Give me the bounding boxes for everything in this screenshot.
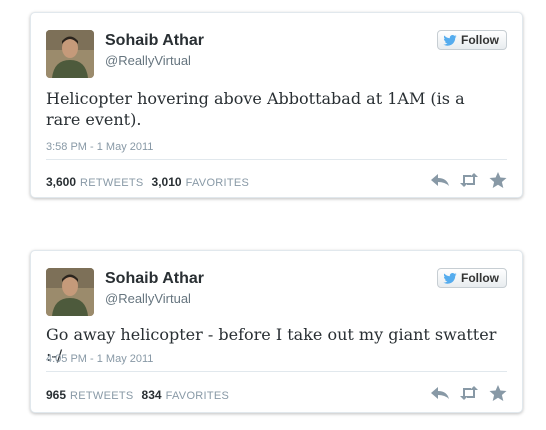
twitter-bird-icon bbox=[443, 34, 457, 46]
tweet-actions bbox=[430, 384, 508, 402]
favorite-label[interactable]: FAVORITES bbox=[166, 390, 230, 402]
retweet-label[interactable]: RETWEETS bbox=[70, 390, 134, 402]
follow-button[interactable]: Follow bbox=[437, 30, 507, 50]
avatar[interactable] bbox=[46, 30, 94, 78]
tweet-card: Sohaib Athar @ReallyVirtual Follow Helic… bbox=[30, 12, 523, 198]
reply-icon[interactable] bbox=[430, 171, 450, 189]
follow-label: Follow bbox=[461, 33, 499, 47]
retweet-icon[interactable] bbox=[459, 171, 479, 189]
star-icon[interactable] bbox=[488, 171, 508, 189]
tweet-stats: 965 RETWEETS 834 FAVORITES bbox=[46, 388, 233, 402]
timestamp[interactable]: 3:58 PM - 1 May 2011 bbox=[46, 141, 153, 153]
divider bbox=[46, 159, 507, 160]
tweet-card: Sohaib Athar @ReallyVirtual Follow Go aw… bbox=[30, 250, 523, 413]
user-handle[interactable]: @ReallyVirtual bbox=[105, 53, 191, 68]
user-handle[interactable]: @ReallyVirtual bbox=[105, 291, 191, 306]
divider bbox=[46, 371, 507, 372]
display-name[interactable]: Sohaib Athar bbox=[105, 32, 204, 50]
retweet-icon[interactable] bbox=[459, 384, 479, 402]
tweet-actions bbox=[430, 171, 508, 189]
follow-button[interactable]: Follow bbox=[437, 268, 507, 288]
display-name[interactable]: Sohaib Athar bbox=[105, 270, 204, 288]
tweet-text: Helicopter hovering above Abbottabad at … bbox=[46, 89, 465, 129]
retweet-label[interactable]: RETWEETS bbox=[80, 177, 144, 189]
favorite-count[interactable]: 3,010 bbox=[152, 175, 182, 189]
star-icon[interactable] bbox=[488, 384, 508, 402]
follow-label: Follow bbox=[461, 271, 499, 285]
twitter-bird-icon bbox=[443, 272, 457, 284]
favorite-count[interactable]: 834 bbox=[142, 388, 162, 402]
favorite-label[interactable]: FAVORITES bbox=[186, 177, 250, 189]
retweet-count[interactable]: 965 bbox=[46, 388, 66, 402]
tweet-stats: 3,600 RETWEETS 3,010 FAVORITES bbox=[46, 175, 253, 189]
timestamp[interactable]: 4:05 PM - 1 May 2011 bbox=[46, 353, 153, 365]
retweet-count[interactable]: 3,600 bbox=[46, 175, 76, 189]
avatar[interactable] bbox=[46, 268, 94, 316]
reply-icon[interactable] bbox=[430, 384, 450, 402]
